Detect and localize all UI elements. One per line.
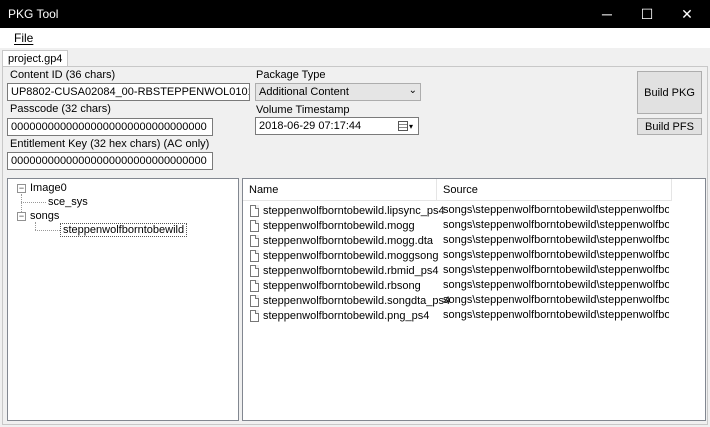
maximize-button[interactable]: ☐ xyxy=(630,0,664,28)
file-tree[interactable]: − Image0 sce_sys − songs steppenwolfborn… xyxy=(7,178,239,421)
file-icon xyxy=(250,279,259,292)
tree-node-steppenwolf[interactable]: steppenwolfborntobewild xyxy=(60,223,188,237)
file-name: steppenwolfborntobewild.png_ps4 xyxy=(263,309,430,322)
file-name-cell: steppenwolfborntobewild.songdta_ps4 xyxy=(250,293,450,308)
list-header: Name Source xyxy=(243,179,672,201)
package-type-value: Additional Content xyxy=(259,86,349,98)
list-item[interactable]: steppenwolfborntobewild.songdta_ps4 songs… xyxy=(243,293,672,308)
volume-timestamp-value: 2018-06-29 07:17:44 xyxy=(259,120,362,132)
tab-project[interactable]: project.gp4 xyxy=(2,50,69,67)
file-name-cell: steppenwolfborntobewild.mogg.dta xyxy=(250,233,433,248)
passcode-label: Passcode (32 chars) xyxy=(10,103,111,115)
passcode-field[interactable]: 00000000000000000000000000000000 xyxy=(7,118,213,136)
file-name: steppenwolfborntobewild.songdta_ps4 xyxy=(263,294,451,307)
build-pfs-button[interactable]: Build PFS xyxy=(637,118,702,135)
file-source: songs\steppenwolfborntobewild\steppenwol… xyxy=(443,219,669,231)
file-source: songs\steppenwolfborntobewild\steppenwol… xyxy=(443,249,669,261)
file-source: songs\steppenwolfborntobewild\steppenwol… xyxy=(443,309,669,321)
file-name-cell: steppenwolfborntobewild.png_ps4 xyxy=(250,308,429,323)
minimize-button[interactable]: ─ xyxy=(590,0,624,28)
list-item[interactable]: steppenwolfborntobewild.lipsync_ps4 songs… xyxy=(243,203,672,218)
volume-timestamp-picker[interactable]: 2018-06-29 07:17:44 ▾ xyxy=(255,117,419,135)
file-name: steppenwolfborntobewild.mogg xyxy=(263,219,415,232)
file-source: songs\steppenwolfborntobewild\steppenwol… xyxy=(443,279,669,291)
file-icon xyxy=(250,249,259,262)
entitlement-key-label: Entitlement Key (32 hex chars) (AC only) xyxy=(10,138,210,150)
build-pkg-button[interactable]: Build PKG xyxy=(637,71,702,114)
file-list[interactable]: Name Source steppenwolfborntobewild.lips… xyxy=(242,178,706,421)
list-item[interactable]: steppenwolfborntobewild.png_ps4 songs\ste… xyxy=(243,308,672,323)
file-icon xyxy=(250,264,259,277)
list-item[interactable]: steppenwolfborntobewild.moggsong songs\st… xyxy=(243,248,672,263)
content-id-field[interactable]: UP8802-CUSA02084_00-RBSTEPPENWOL0101 xyxy=(7,83,250,101)
file-icon xyxy=(250,294,259,307)
file-source: songs\steppenwolfborntobewild\steppenwol… xyxy=(443,294,669,306)
window-title: PKG Tool xyxy=(8,7,59,21)
file-name: steppenwolfborntobewild.lipsync_ps4 xyxy=(263,204,445,217)
tree-node-songs[interactable]: songs xyxy=(30,210,59,222)
package-type-label: Package Type xyxy=(256,69,326,81)
file-source: songs\steppenwolfborntobewild\steppenwol… xyxy=(443,204,669,216)
file-icon xyxy=(250,234,259,247)
file-name-cell: steppenwolfborntobewild.lipsync_ps4 xyxy=(250,203,445,218)
collapse-icon[interactable]: − xyxy=(17,184,26,193)
package-type-select[interactable]: Additional Content ⌄ xyxy=(255,83,421,101)
list-item[interactable]: steppenwolfborntobewild.mogg.dta songs\st… xyxy=(243,233,672,248)
tree-node-sce-sys[interactable]: sce_sys xyxy=(48,196,88,208)
file-name-cell: steppenwolfborntobewild.rbsong xyxy=(250,278,421,293)
title-bar: PKG Tool ─ ☐ ✕ xyxy=(0,0,710,28)
file-name: steppenwolfborntobewild.rbmid_ps4 xyxy=(263,264,439,277)
file-name: steppenwolfborntobewild.rbsong xyxy=(263,279,421,292)
list-item[interactable]: steppenwolfborntobewild.mogg songs\steppe… xyxy=(243,218,672,233)
entitlement-key-field[interactable]: 00000000000000000000000000000000 xyxy=(7,152,213,170)
file-icon xyxy=(250,219,259,232)
menu-bar: File xyxy=(0,28,710,48)
list-item[interactable]: steppenwolfborntobewild.rbmid_ps4 songs\s… xyxy=(243,263,672,278)
tree-node-image0[interactable]: Image0 xyxy=(30,182,67,194)
collapse-icon[interactable]: − xyxy=(17,212,26,221)
file-name-cell: steppenwolfborntobewild.rbmid_ps4 xyxy=(250,263,439,278)
file-source: songs\steppenwolfborntobewild\steppenwol… xyxy=(443,234,669,246)
column-header-name[interactable]: Name xyxy=(243,179,437,201)
file-name: steppenwolfborntobewild.moggsong xyxy=(263,249,439,262)
chevron-down-icon: ⌄ xyxy=(408,85,417,96)
file-name-cell: steppenwolfborntobewild.moggsong xyxy=(250,248,439,263)
file-source: songs\steppenwolfborntobewild\steppenwol… xyxy=(443,264,669,276)
list-item[interactable]: steppenwolfborntobewild.rbsong songs\step… xyxy=(243,278,672,293)
file-icon xyxy=(250,309,259,322)
content-id-label: Content ID (36 chars) xyxy=(10,69,116,81)
column-header-source[interactable]: Source xyxy=(437,179,672,201)
file-name-cell: steppenwolfborntobewild.mogg xyxy=(250,218,415,233)
file-name: steppenwolfborntobewild.mogg.dta xyxy=(263,234,434,247)
menu-file[interactable]: File xyxy=(14,31,33,45)
volume-timestamp-label: Volume Timestamp xyxy=(256,104,350,116)
calendar-icon[interactable]: ▾ xyxy=(398,120,415,132)
close-button[interactable]: ✕ xyxy=(670,0,704,28)
file-icon xyxy=(250,204,259,217)
